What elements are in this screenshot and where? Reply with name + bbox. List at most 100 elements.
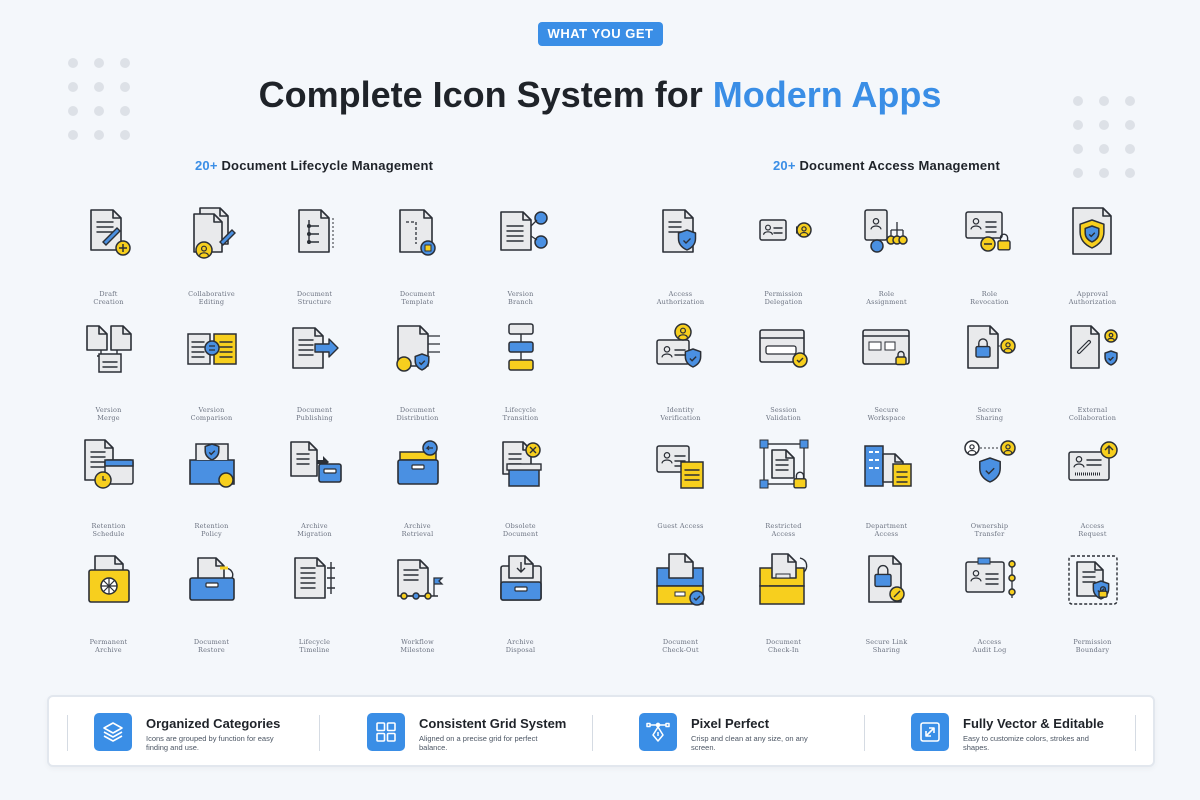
archive-disposal-icon [499, 555, 542, 601]
icon-label: Ownership Transfer [970, 522, 1009, 538]
icon-label: Role Revocation [970, 290, 1009, 306]
icon-label: Document Restore [193, 638, 230, 654]
document-restore-icon [188, 557, 235, 601]
icon-label: Lifecycle Timeline [298, 638, 331, 654]
icon-tile: Identity Verification [629, 320, 732, 436]
icon-label: External Collaboration [1068, 406, 1117, 422]
access-title: Document Access Management [799, 158, 1000, 173]
icon-tile: Department Access [835, 436, 938, 552]
title-main: Complete Icon System for [258, 74, 713, 115]
icon-tile: Permission Boundary [1041, 552, 1144, 668]
lifecycle-transition-icon [507, 323, 534, 371]
access-count: 20+ [773, 158, 796, 173]
icon-label: Role Assignment [866, 290, 907, 306]
icon-tile: Retention Policy [160, 436, 263, 552]
feature-description: Icons are grouped by function for easy f… [146, 734, 274, 752]
permission-boundary-icon [1067, 555, 1118, 605]
access-icon-grid: Access Authorization Permission Delegatio… [629, 204, 1144, 668]
icon-label: Document Template [399, 290, 436, 306]
icon-tile: Document Structure [263, 204, 366, 320]
permanent-archive-icon [87, 555, 130, 603]
icon-label: Draft Creation [93, 290, 124, 306]
icon-tile: Workflow Milestone [366, 552, 469, 668]
feature-fully-vector: Fully Vector & Editable Easy to customiz… [911, 713, 1104, 752]
page-title: Complete Icon System for Modern Apps [0, 74, 1200, 116]
document-structure-icon [297, 209, 333, 253]
document-template-icon [398, 209, 436, 256]
icon-label: Version Merge [95, 406, 122, 422]
icon-tile: Guest Access [629, 436, 732, 552]
resize-icon [911, 713, 949, 751]
icon-tile: Permanent Archive [57, 552, 160, 668]
icon-label: Workflow Milestone [400, 638, 435, 654]
feature-title: Fully Vector & Editable [963, 716, 1104, 731]
feature-divider [1135, 715, 1136, 751]
icon-tile: Archive Disposal [469, 552, 572, 668]
identity-verification-icon [655, 323, 701, 368]
feature-organized-categories: Organized Categories Icons are grouped b… [94, 713, 281, 752]
feature-divider [592, 715, 593, 751]
icon-label: Version Branch [507, 290, 534, 306]
access-audit-log-icon [964, 557, 1016, 598]
icon-label: Guest Access [657, 522, 704, 530]
icon-tile: Document Template [366, 204, 469, 320]
icon-label: Version Comparison [190, 406, 233, 422]
collaborative-editing-icon [192, 207, 236, 259]
icon-tile: Permission Delegation [732, 204, 835, 320]
feature-description: Aligned on a precise grid for perfect ba… [419, 734, 538, 752]
role-revocation-icon [964, 211, 1011, 252]
restricted-access-icon [759, 439, 808, 489]
icon-label: Retention Policy [194, 522, 229, 538]
icon-label: Secure Sharing [975, 406, 1004, 422]
icon-tile: Access Audit Log [938, 552, 1041, 668]
icon-tile: Document Check-In [732, 552, 835, 668]
icon-label: Department Access [865, 522, 908, 538]
feature-pixel-perfect: Pixel Perfect Crisp and clean at any siz… [639, 713, 826, 752]
icon-tile: Retention Schedule [57, 436, 160, 552]
icon-label: Access Request [1078, 522, 1107, 538]
feature-divider [864, 715, 865, 751]
feature-divider [319, 715, 320, 751]
feature-consistent-grid: Consistent Grid System Aligned on a prec… [367, 713, 566, 752]
icon-tile: Version Branch [469, 204, 572, 320]
department-access-icon [863, 445, 912, 487]
access-section-title: 20+ Document Access Management [773, 158, 1000, 173]
lifecycle-title: Document Lifecycle Management [221, 158, 434, 173]
session-validation-icon [758, 329, 808, 368]
lifecycle-icon-grid: Draft Creation Collaborative Editing Docum… [57, 204, 572, 668]
icon-tile: Archive Retrieval [366, 436, 469, 552]
icon-label: Document Structure [296, 290, 333, 306]
icon-label: Access Authorization [656, 290, 705, 306]
icon-tile: Obsolete Document [469, 436, 572, 552]
approval-authorization-icon [1071, 207, 1112, 255]
icon-tile: Ownership Transfer [938, 436, 1041, 552]
icon-tile: Role Assignment [835, 204, 938, 320]
icon-tile: Session Validation [732, 320, 835, 436]
guest-access-icon [655, 445, 704, 489]
feature-title: Pixel Perfect [691, 716, 770, 731]
icon-tile: Version Merge [57, 320, 160, 436]
feature-title: Organized Categories [146, 716, 281, 731]
icon-label: Document Publishing [296, 406, 333, 422]
features-bar: Organized Categories Icons are grouped b… [47, 695, 1155, 767]
feature-divider [67, 715, 68, 751]
version-branch-icon [499, 211, 548, 251]
icon-tile: Approval Authorization [1041, 204, 1144, 320]
icon-tile: Lifecycle Timeline [263, 552, 366, 668]
icon-label: Archive Retrieval [401, 522, 434, 538]
workflow-milestone-icon [396, 559, 444, 600]
retention-policy-icon [188, 443, 235, 488]
icon-label: Document Check-Out [662, 638, 699, 654]
icon-tile: Lifecycle Transition [469, 320, 572, 436]
secure-link-sharing-icon [867, 555, 905, 603]
ownership-transfer-icon [963, 440, 1016, 483]
icon-tile: Document Check-Out [629, 552, 732, 668]
icon-tile: Secure Sharing [938, 320, 1041, 436]
icon-label: Secure Link Sharing [865, 638, 908, 654]
access-authorization-icon [661, 209, 696, 253]
document-distribution-icon [395, 325, 440, 372]
icon-tile: Role Revocation [938, 204, 1041, 320]
layers-icon [94, 713, 132, 751]
icon-label: Approval Authorization [1068, 290, 1117, 306]
version-comparison-icon [186, 333, 237, 365]
